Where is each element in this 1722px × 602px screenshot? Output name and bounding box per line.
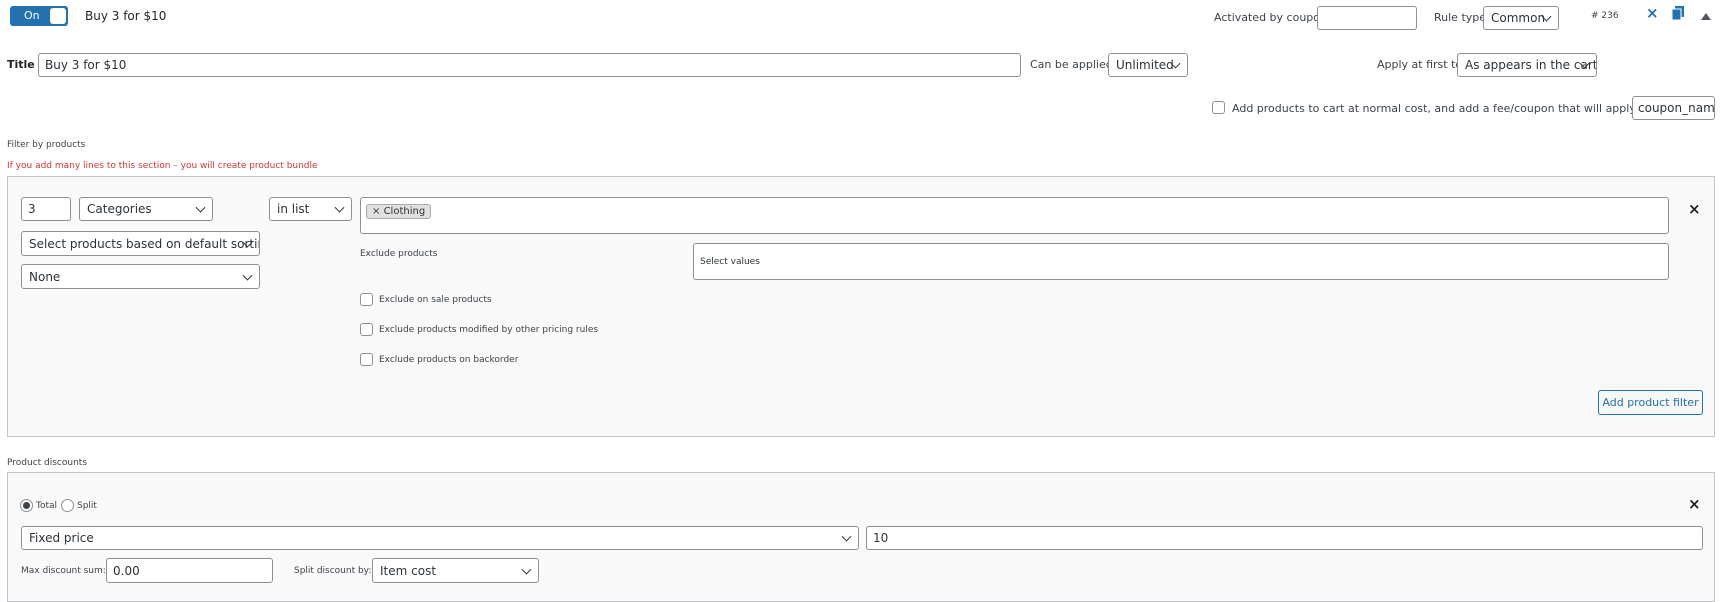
filter-condition-value: in list xyxy=(277,202,310,216)
toggle-knob xyxy=(50,8,66,24)
none-select-value: None xyxy=(29,269,61,284)
activated-by-coupon-input[interactable] xyxy=(1317,6,1417,30)
filter-values-input[interactable] xyxy=(360,197,1669,234)
rule-type-label: Rule type xyxy=(1434,11,1487,24)
rule-name-heading: Buy 3 for $10 xyxy=(85,9,167,23)
rule-type-value: Common xyxy=(1491,11,1546,25)
none-select[interactable]: None xyxy=(21,264,260,289)
filter-type-select[interactable]: Categories xyxy=(79,197,213,221)
toggle-label: On xyxy=(24,9,40,22)
rule-id: # 236 xyxy=(1591,11,1619,21)
bundle-warning: If you add many lines to this section – … xyxy=(7,161,318,171)
remove-filter-close-icon[interactable]: × xyxy=(1688,202,1701,217)
exclude-products-input[interactable]: Select values xyxy=(693,243,1669,280)
max-discount-label: Max discount sum: xyxy=(21,566,106,576)
discount-type-value: Fixed price xyxy=(29,531,94,545)
filter-section-title: Filter by products xyxy=(7,140,86,150)
exclude-backorder-label: Exclude products on backorder xyxy=(379,355,519,365)
title-label: Title xyxy=(7,58,35,71)
can-be-applied-label: Can be applied: xyxy=(1030,58,1117,71)
add-product-filter-button[interactable]: Add product filter xyxy=(1598,390,1703,415)
split-radio-label: Split xyxy=(77,501,97,511)
apply-first-label: Apply at first to: xyxy=(1377,58,1466,71)
add-fee-checkbox[interactable] xyxy=(1212,101,1225,114)
collapse-arrow-icon[interactable] xyxy=(1701,6,1711,25)
split-by-value: Item cost xyxy=(380,563,437,578)
tag-remove-icon[interactable]: × xyxy=(372,206,380,217)
can-be-applied-select[interactable]: Unlimited xyxy=(1108,53,1188,77)
close-icon[interactable]: × xyxy=(1646,4,1659,22)
split-by-label: Split discount by: xyxy=(294,566,372,576)
title-input[interactable]: Buy 3 for $10 xyxy=(38,53,1021,77)
remove-discount-close-icon[interactable]: × xyxy=(1688,497,1701,512)
filter-qty-input[interactable]: 3 xyxy=(21,197,71,221)
chevron-down-icon xyxy=(334,202,345,213)
chevron-down-icon xyxy=(242,270,253,281)
total-radio-label: Total xyxy=(36,501,58,511)
exclude-backorder-checkbox[interactable] xyxy=(360,353,373,366)
selected-value-tag[interactable]: × Clothing xyxy=(366,204,432,219)
discount-value-input[interactable]: 10 xyxy=(866,526,1703,550)
rule-enabled-toggle[interactable]: On xyxy=(10,6,68,26)
product-sorting-value: Select products based on default sorting xyxy=(29,236,260,251)
apply-first-select[interactable]: As appears in the cart xyxy=(1457,53,1597,77)
total-radio[interactable] xyxy=(20,499,33,512)
filter-condition-select[interactable]: in list xyxy=(269,197,352,221)
discount-type-select[interactable]: Fixed price xyxy=(21,526,859,550)
discount-section-title: Product discounts xyxy=(7,458,88,468)
chevron-down-icon xyxy=(195,202,206,213)
chevron-down-icon xyxy=(521,564,532,575)
add-fee-label: Add products to cart at normal cost, and… xyxy=(1232,102,1688,115)
copy-icon[interactable] xyxy=(1671,5,1684,21)
tag-label: Clothing xyxy=(383,206,426,217)
activated-by-coupon-label: Activated by coupon xyxy=(1214,11,1327,24)
split-by-select[interactable]: Item cost xyxy=(372,558,539,583)
exclude-on-sale-checkbox[interactable] xyxy=(360,293,373,306)
exclude-on-sale-label: Exclude on sale products xyxy=(379,295,492,305)
product-sorting-select[interactable]: Select products based on default sorting xyxy=(21,231,260,256)
exclude-modified-label: Exclude products modified by other prici… xyxy=(379,325,599,335)
can-be-applied-value: Unlimited xyxy=(1116,58,1174,72)
filter-type-value: Categories xyxy=(87,202,152,216)
chevron-down-icon xyxy=(841,531,852,542)
split-radio[interactable] xyxy=(61,499,74,512)
coupon-name-input[interactable]: coupon_name xyxy=(1632,96,1715,120)
exclude-products-label: Exclude products xyxy=(360,249,438,259)
apply-first-value: As appears in the cart xyxy=(1465,58,1597,72)
max-discount-input[interactable]: 0.00 xyxy=(106,558,273,583)
exclude-modified-checkbox[interactable] xyxy=(360,323,373,336)
rule-type-select[interactable]: Common xyxy=(1483,6,1559,30)
